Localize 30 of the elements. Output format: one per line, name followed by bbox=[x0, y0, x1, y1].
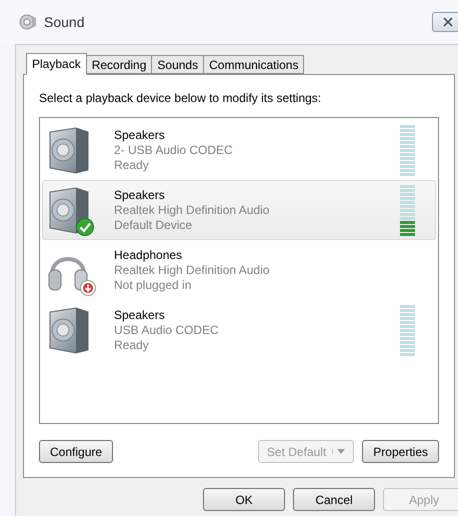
panel-button[interactable]: Properties bbox=[362, 440, 439, 463]
device-driver: 2- USB Audio CODEC bbox=[114, 142, 233, 158]
device-item[interactable]: Speakers USB Audio CODEC Ready bbox=[42, 300, 436, 360]
device-name: Speakers bbox=[114, 308, 166, 322]
tab[interactable]: Sounds bbox=[152, 55, 204, 74]
device-status: Ready bbox=[114, 158, 150, 172]
device-status: Ready bbox=[114, 338, 150, 352]
dropdown-arrow-icon bbox=[337, 449, 346, 454]
device-status: Default Device bbox=[114, 218, 194, 232]
dialog-button[interactable]: Cancel bbox=[293, 488, 375, 511]
device-status: Not plugged in bbox=[114, 278, 192, 292]
device-name: Speakers bbox=[114, 188, 166, 202]
device-name: Headphones bbox=[114, 248, 184, 262]
tab[interactable]: Recording bbox=[86, 55, 152, 74]
device-item[interactable]: Speakers 2- USB Audio CODEC Ready bbox=[42, 120, 436, 180]
tab[interactable]: Communications bbox=[204, 55, 304, 74]
window-title: Sound bbox=[44, 12, 84, 32]
device-item[interactable]: Headphones Realtek High Definition Audio Not plugged in bbox=[42, 240, 436, 300]
device-driver: Realtek High Definition Audio bbox=[114, 202, 270, 218]
dialog-button[interactable]: OK bbox=[203, 488, 285, 511]
speaker-icon bbox=[18, 13, 38, 31]
device-driver: USB Audio CODEC bbox=[114, 322, 219, 338]
device-driver: Realtek High Definition Audio bbox=[114, 262, 270, 278]
device-name: Speakers bbox=[114, 128, 166, 142]
instruction-text: Select a playback device below to modify its settings: bbox=[39, 90, 322, 107]
tab[interactable]: Playback bbox=[26, 53, 87, 75]
panel-button[interactable]: Configure bbox=[39, 440, 114, 463]
close-button[interactable] bbox=[432, 12, 458, 32]
device-item[interactable]: Speakers Realtek High Definition Audio Default Device bbox=[42, 180, 436, 240]
close-icon bbox=[443, 17, 453, 27]
